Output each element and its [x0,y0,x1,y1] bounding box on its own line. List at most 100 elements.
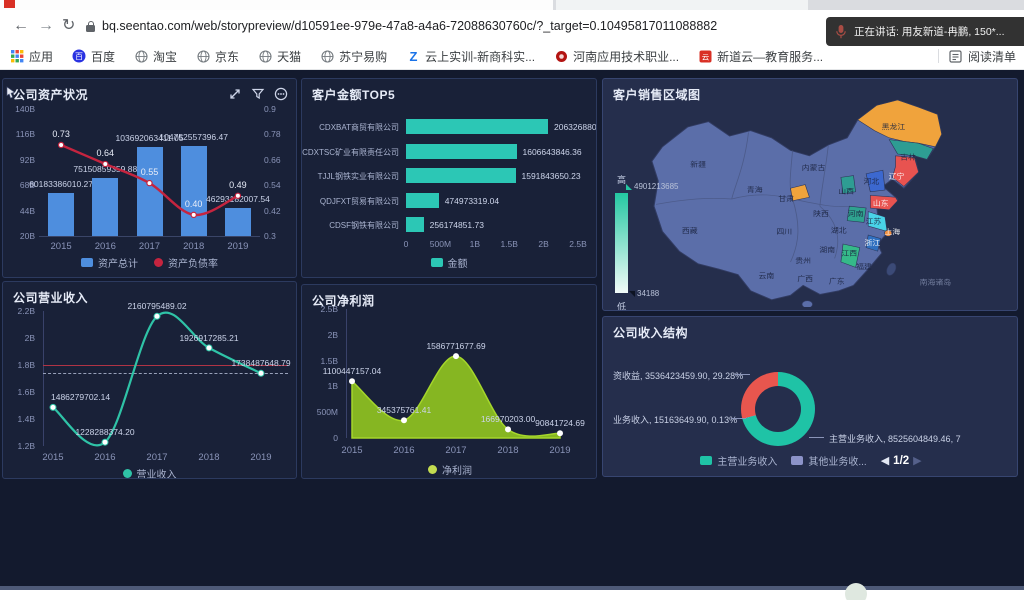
pager-text: 1/2 [893,455,909,467]
panel-company-assets: 公司资产状况 140B116B92B68B44B20B0.90.780.66 [2,78,297,278]
legend-item[interactable]: 营业收入 [123,466,177,479]
bookmark-item[interactable]: 淘宝 [134,48,177,65]
legend-item[interactable]: 资产总计 [81,255,138,270]
active-tab[interactable] [0,0,553,10]
bookmark-item[interactable]: 天猫 [258,48,301,65]
reference-line-dashed [43,373,288,374]
bar[interactable] [406,193,439,208]
back-button[interactable]: ← [13,16,29,36]
line-point[interactable] [505,426,511,432]
china-map[interactable]: 新疆西藏青海甘肃内蒙古黑龙江吉林辽宁河北山西山东河南江苏上海浙江湖北陕西四川湖南… [633,91,1011,307]
x-axis-label: 2018 [198,452,219,463]
reading-list-button[interactable]: 阅读清单 [949,48,1016,65]
legend-item[interactable]: 净利润 [428,462,472,477]
bar[interactable] [92,178,118,236]
pager-prev-icon[interactable]: ◀ [881,454,889,467]
watermark-logo [845,583,867,600]
province-hainan[interactable] [802,301,813,307]
y-axis-tick: 0.78 [264,129,294,139]
scale-gradient-bar [615,193,628,293]
bookmark-item[interactable]: 河南应用技术职业... [554,48,679,65]
province-label: 湖北 [831,226,847,234]
reload-button[interactable]: ↻ [62,16,75,36]
bar[interactable] [406,168,516,183]
legend-label: 其他业务收... [808,453,866,468]
bookmark-label: 淘宝 [153,48,177,65]
line-point[interactable] [401,417,407,423]
bar[interactable] [225,208,251,236]
legend-item[interactable]: 主营业务收入 [700,453,777,468]
point-value-label: 166970203.00 [481,414,535,424]
cursor-icon [6,86,17,99]
scale-low-label: 低 [617,300,626,311]
point-value-label: 1738487648.79 [231,358,290,368]
legend-item[interactable]: 资产负债率 [154,255,218,270]
y-axis-tick: 140B [5,104,35,114]
filter-icon[interactable] [251,87,265,101]
point-value-label: 90841724.69 [535,418,585,428]
line-point[interactable] [102,439,108,445]
forward-button[interactable]: → [38,16,54,36]
bookmark-item[interactable]: 云新道云—教育服务... [698,48,823,65]
category-label: QDJFXT贸易有限公司 [302,196,399,207]
line-point[interactable] [154,313,160,319]
bar[interactable] [406,217,424,232]
bookmarks-separator [938,49,939,63]
url-text[interactable]: bq.seentao.com/web/storypreview/d10591ee… [102,19,802,33]
legend-pager: ◀ 1/2 ▶ [881,454,922,467]
profit-chart: 2.5B2B1.5B1B500M01100447157.042015345375… [302,285,596,478]
bookmark-label: 天猫 [277,48,301,65]
bar-value-label: 75150859359.88 [73,164,137,174]
bookmark-item[interactable]: Z云上实训-新商科实... [406,48,535,65]
background-tab[interactable] [556,0,808,10]
y-axis-tick: 1.2B [5,441,35,451]
legend-item[interactable]: 其他业务收... [791,453,866,468]
y-axis-tick: 92B [5,155,35,165]
province-taiwan[interactable] [885,262,898,276]
line-point[interactable] [59,142,64,147]
x-axis-label: 2015 [51,241,72,252]
bar-value-label: 474973319.04 [445,196,499,206]
tab-favicon-fragment [4,0,15,8]
line-point[interactable] [206,345,212,351]
bookmark-item[interactable]: 京东 [196,48,239,65]
panel-customer-top5: 客户金额TOP5 CDXBAT商贸有限公司2063268800CDXTSC矿业有… [301,78,597,278]
donut-chart[interactable] [741,372,815,446]
bar[interactable] [48,193,74,236]
bar-value-label: 256174851.73 [430,220,484,230]
y-axis-tick: 1.8B [5,360,35,370]
x-axis-label: 2019 [250,452,271,463]
bar[interactable] [406,119,548,134]
bookmark-item[interactable]: 应用 [10,48,53,65]
line-point[interactable] [557,430,563,436]
line-point[interactable] [50,404,56,410]
x-axis-tick: 1B [470,239,480,249]
legend-item[interactable]: 金额 [431,255,468,270]
legend-marker [81,258,93,267]
bar[interactable] [137,147,163,236]
y-axis-tick: 2B [304,330,338,340]
bar[interactable] [406,144,517,159]
province-label: 山东 [873,199,889,207]
panel-title: 公司净利润 [312,292,375,309]
chart-legend: 资产总计 资产负债率 [3,255,296,270]
line-point[interactable] [349,378,355,384]
legend-marker [791,456,803,465]
province-label: 甘肃 [778,194,794,202]
bar[interactable] [181,146,207,236]
x-axis-label: 2016 [393,445,414,456]
line-point[interactable] [453,353,459,359]
more-menu-icon[interactable] [274,87,288,101]
legend-marker [123,469,132,478]
pager-next-icon[interactable]: ▶ [913,454,921,467]
y-axis-tick: 0.3 [264,231,294,241]
province-label: 江西 [841,249,857,257]
province-label: 陕西 [813,210,829,218]
bar-value-label: 1591843650.23 [522,171,581,181]
revenue-chart: 2.2B2B1.8B1.6B1.4B1.2B1486279702.1420151… [3,282,296,478]
expand-icon[interactable] [228,87,242,101]
bookmark-item[interactable]: 苏宁易购 [320,48,387,65]
bookmark-item[interactable]: 百百度 [72,48,115,65]
ssl-padlock-icon[interactable] [86,25,95,32]
scale-max-value: 4901213685 [626,182,679,191]
